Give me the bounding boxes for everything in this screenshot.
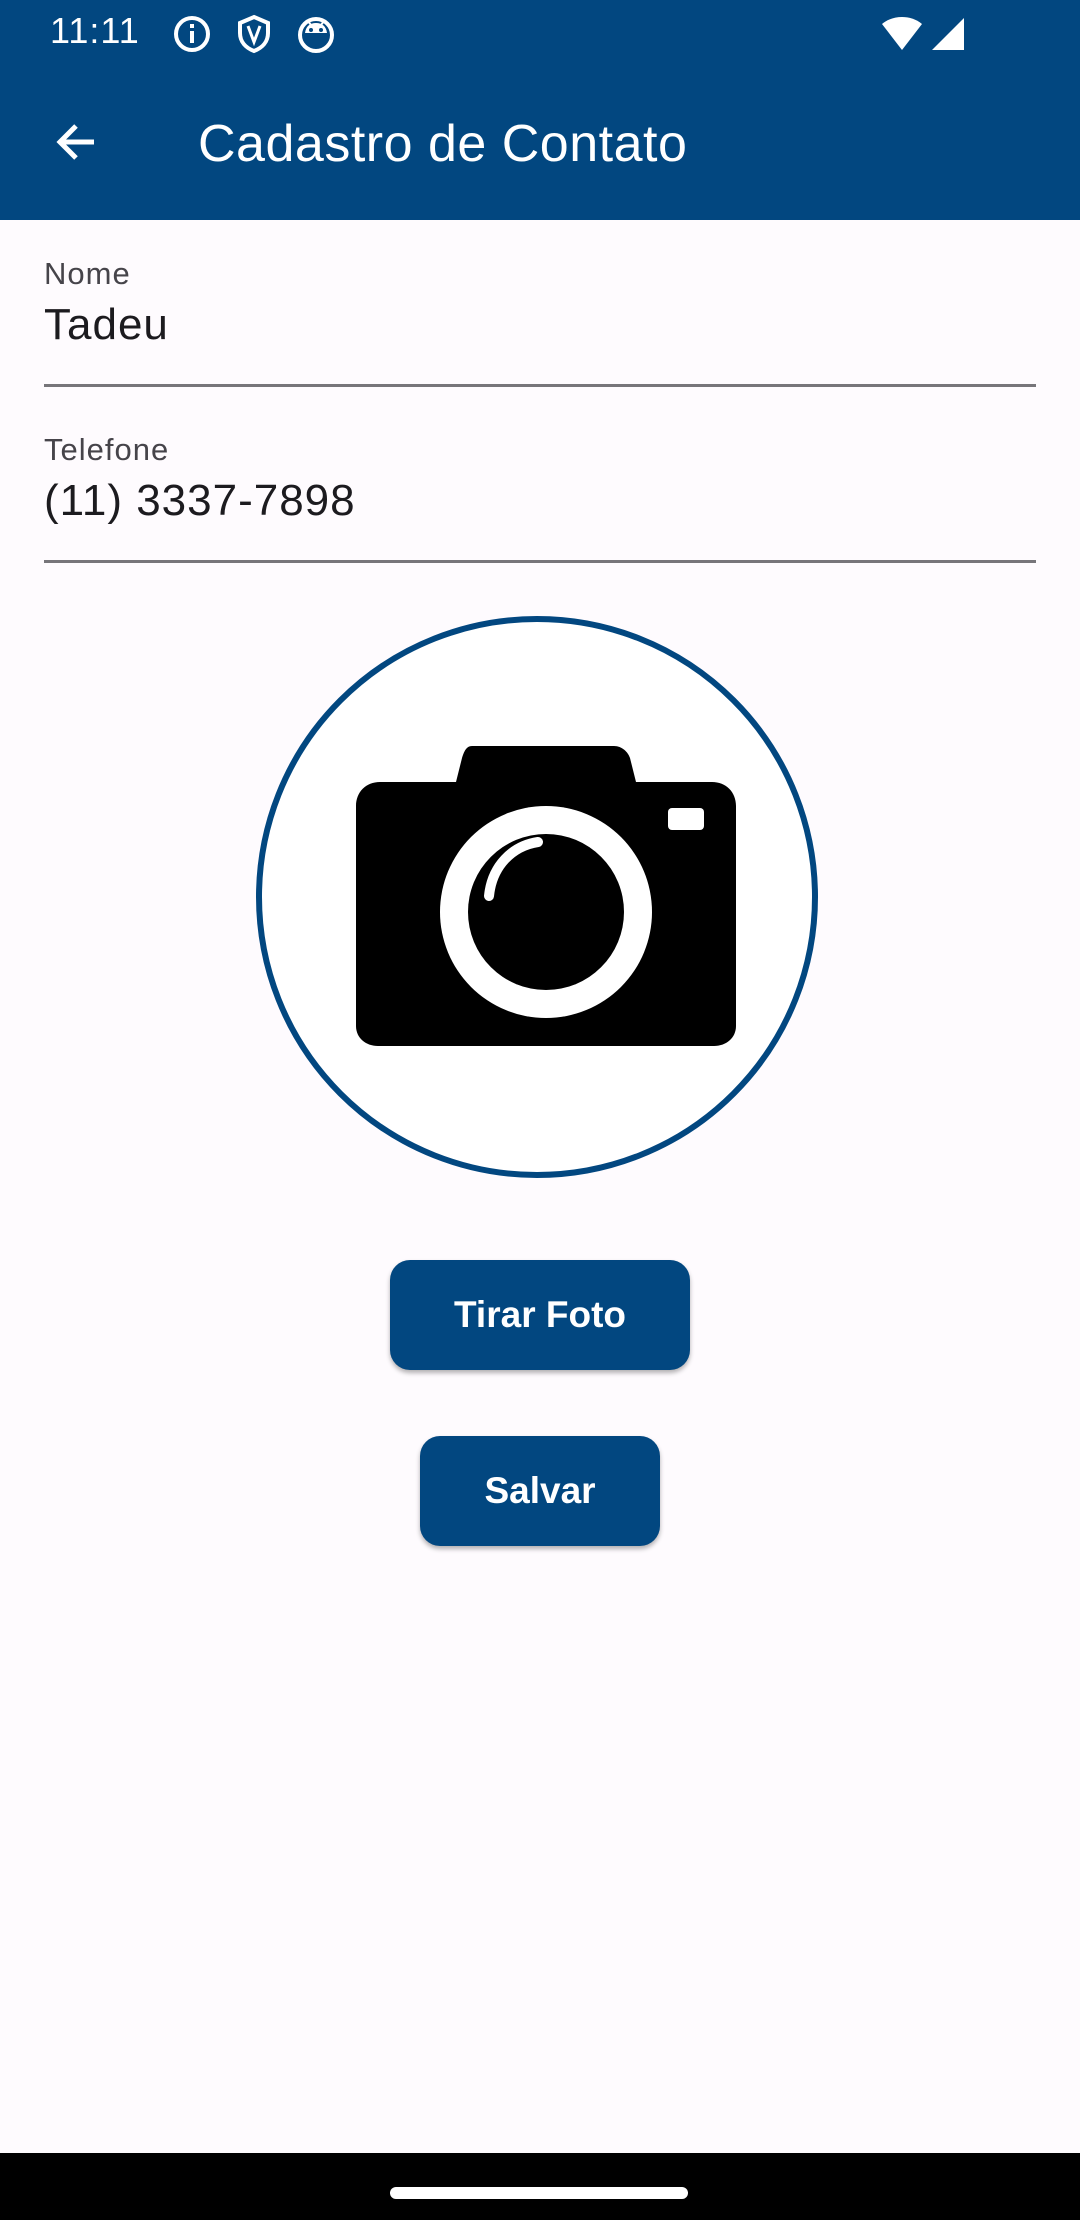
take-photo-button[interactable]: Tirar Foto (390, 1260, 690, 1370)
home-handle[interactable] (390, 2187, 688, 2199)
info-icon (172, 14, 212, 54)
page-title: Cadastro de Contato (198, 115, 688, 173)
signal-icon (928, 14, 968, 54)
shield-icon (234, 14, 274, 54)
name-input[interactable] (44, 300, 1024, 350)
arrow-back-icon (52, 118, 100, 171)
status-bar: 11:11 (0, 0, 1080, 64)
app-bar: Cadastro de Contato (0, 64, 1080, 220)
android-icon (296, 14, 336, 54)
phone-field-label: Telefone (44, 432, 170, 467)
name-field-label: Nome (44, 256, 131, 291)
name-field[interactable]: Nome (44, 256, 1036, 387)
phone-input[interactable] (44, 476, 1024, 526)
status-time: 11:11 (50, 10, 140, 51)
back-button[interactable] (36, 104, 116, 184)
contact-photo[interactable] (256, 616, 818, 1178)
phone-field[interactable]: Telefone (44, 432, 1036, 563)
system-navigation-bar (0, 2153, 1080, 2220)
camera-icon (356, 746, 736, 1046)
save-button[interactable]: Salvar (420, 1436, 660, 1546)
wifi-icon (880, 14, 924, 54)
